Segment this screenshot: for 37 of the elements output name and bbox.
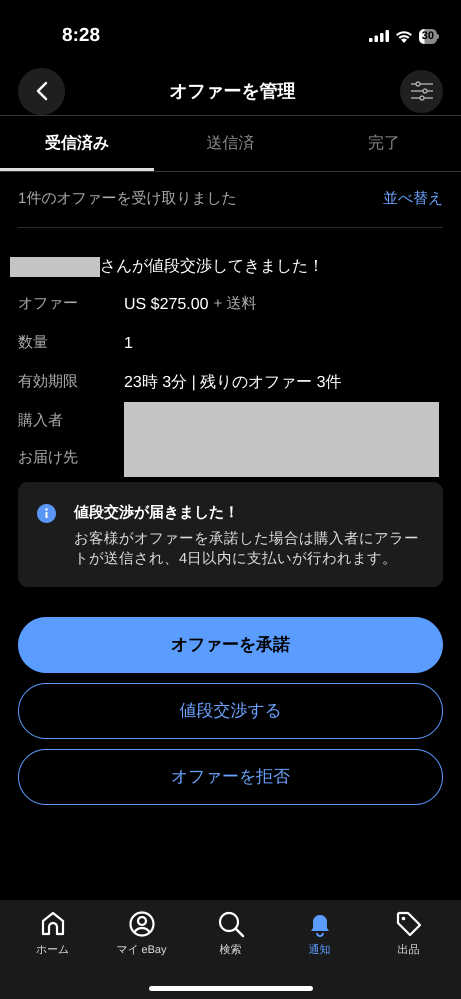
sort-link[interactable]: 並べ替え — [383, 188, 443, 211]
shipping-note: + 送料 — [214, 294, 256, 314]
field-label: 購入者 — [18, 410, 64, 430]
page-title: オファーを管理 — [170, 80, 296, 102]
tab[interactable]: 受信済み — [0, 116, 154, 171]
field-label: お届け先 — [18, 448, 79, 468]
search-icon — [216, 910, 244, 938]
nav-tab[interactable]: ホーム — [12, 910, 92, 958]
back-icon — [36, 81, 48, 101]
info-text: お客様がオファーを承諾した場合は購入者にアラートが送信され、4日以内に支払いが行われます。 — [74, 530, 420, 568]
nav-tab[interactable]: 検索 — [190, 910, 270, 958]
person-icon — [128, 910, 156, 938]
field-value: US $275.00 — [124, 294, 209, 314]
info-icon — [37, 504, 56, 523]
action-button[interactable]: オファーを拒否 — [18, 748, 443, 804]
field-label: オファー — [18, 294, 79, 314]
tab[interactable]: 完了 — [307, 116, 461, 171]
info-title: 値段交渉が届きました！ — [74, 503, 240, 523]
signal-icon — [368, 30, 389, 42]
filter-button[interactable] — [400, 70, 443, 112]
offer-headline: さんが値段交渉してきました！ — [100, 256, 324, 277]
tag-icon — [394, 910, 422, 938]
status-time: 8:28 — [62, 24, 100, 48]
field-value: 23時 3分 | 残りのオファー 3件 — [124, 372, 342, 392]
settings-icon — [410, 81, 434, 101]
tab[interactable]: 送信済 — [154, 116, 308, 171]
back-button[interactable] — [18, 68, 65, 114]
nav-tab[interactable]: 出品 — [368, 910, 448, 958]
field-value: 1 — [124, 334, 133, 354]
action-button[interactable]: 値段交渉する — [18, 682, 443, 738]
field-label: 有効期限 — [18, 372, 79, 392]
wifi-icon — [394, 30, 413, 42]
nav-tab[interactable]: マイ eBay — [102, 910, 182, 958]
field-label: 数量 — [18, 333, 49, 354]
offer-count-text: 1件のオファーを受け取りました — [18, 189, 236, 210]
accept-button[interactable]: オファーを承諾 — [18, 616, 443, 672]
nav-tab[interactable]: 通知 — [280, 910, 360, 958]
